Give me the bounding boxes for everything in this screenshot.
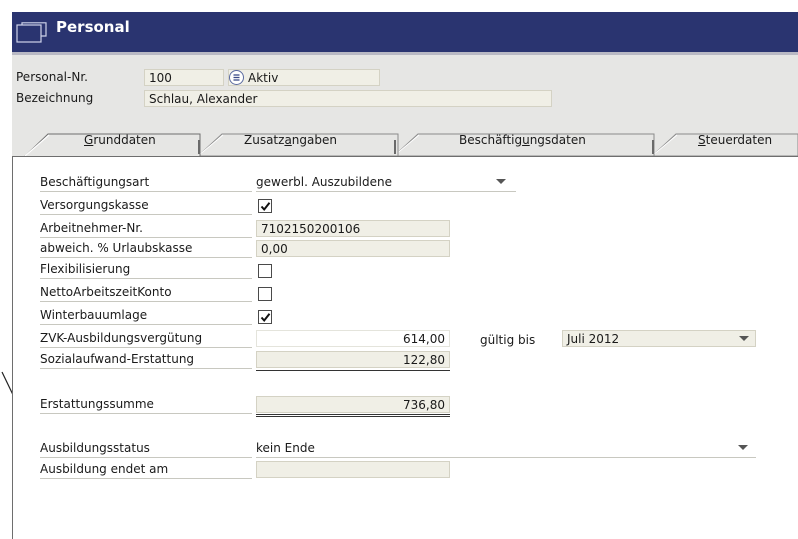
arbeitnehmer-nr-field[interactable]: 7102150200106 (256, 220, 450, 237)
ausbildungsstatus-select[interactable]: kein Ende (256, 440, 756, 458)
chevron-down-icon[interactable] (496, 179, 506, 184)
ausbildungsstatus-value: kein Ende (256, 441, 315, 455)
gueltig-bis-select[interactable]: Juli 2012 (562, 330, 756, 347)
zvk-field[interactable]: 614,00 (256, 330, 450, 347)
nettoarbeitszeitkonto-label: NettoArbeitszeitKonto (40, 284, 252, 302)
arbeitnehmer-nr-label: Arbeitnehmer-Nr. (40, 220, 252, 238)
window-title: Personal (56, 18, 130, 36)
chevron-down-icon[interactable] (739, 336, 749, 341)
sozialaufwand-label: Sozialaufwand-Erstattung (40, 351, 252, 369)
urlaubskasse-field[interactable]: 0,00 (256, 240, 450, 257)
title-bar: Personal (12, 12, 798, 52)
bezeichnung-field[interactable]: Schlau, Alexander (144, 90, 552, 107)
flexibilisierung-checkbox[interactable] (258, 264, 272, 278)
winterbauumlage-checkbox[interactable] (258, 310, 272, 324)
versorgungskasse-checkbox[interactable] (258, 199, 272, 213)
nettoarbeitszeitkonto-checkbox[interactable] (258, 287, 272, 301)
erstattungssumme-label: Erstattungssumme (40, 396, 252, 414)
total-double-line (256, 414, 450, 417)
beschaeftigungsart-label: Beschäftigungsart (40, 174, 252, 192)
status-list-icon[interactable] (229, 70, 244, 85)
versorgungskasse-label: Versorgungskasse (40, 197, 252, 215)
gueltig-bis-label: gültig bis (480, 333, 536, 347)
urlaubskasse-label: abweich. % Urlaubskasse (40, 240, 252, 258)
winterbauumlage-label: Winterbauumlage (40, 307, 252, 325)
check-icon (260, 313, 271, 323)
tab-grunddaten[interactable]: Grunddaten (84, 133, 156, 147)
tab-grunddaten-accesskey: G (84, 133, 94, 147)
tab-grunddaten-rest: runddaten (93, 133, 156, 147)
personal-nr-field[interactable]: 100 (144, 69, 224, 86)
ausbildungsstatus-label: Ausbildungsstatus (40, 440, 252, 458)
tab-steuerdaten[interactable]: Steuerdaten (698, 133, 772, 147)
zvk-label: ZVK-Ausbildungsvergütung (40, 330, 252, 348)
tab-zusatzangaben[interactable]: Zusatzangaben (244, 133, 337, 147)
personal-nr-label: Personal-Nr. (16, 70, 88, 84)
flexibilisierung-label: Flexibilisierung (40, 261, 252, 279)
window-icon (16, 22, 47, 43)
bezeichnung-label: Bezeichnung (16, 91, 94, 105)
beschaeftigungsart-select[interactable]: gewerbl. Auszubildene (256, 174, 516, 192)
ausbildung-endet-field[interactable] (256, 461, 450, 478)
sum-divider (256, 370, 450, 371)
status-field[interactable]: Aktiv (228, 69, 380, 86)
beschaeftigungsart-value: gewerbl. Auszubildene (256, 175, 392, 189)
personal-window: Personal Personal-Nr. 100 Aktiv Bezeichn… (12, 12, 798, 539)
sozialaufwand-field: 122,80 (256, 351, 450, 368)
check-icon (260, 202, 271, 212)
erstattungssumme-field: 736,80 (256, 396, 450, 413)
ausbildung-endet-label: Ausbildung endet am (40, 461, 252, 479)
chevron-down-icon[interactable] (738, 445, 748, 450)
title-shadow (12, 52, 798, 55)
tab-beschaeftigungsdaten[interactable]: Beschäftigungsdaten (459, 133, 586, 147)
gueltig-bis-value: Juli 2012 (567, 332, 620, 346)
status-value: Aktiv (248, 71, 279, 85)
